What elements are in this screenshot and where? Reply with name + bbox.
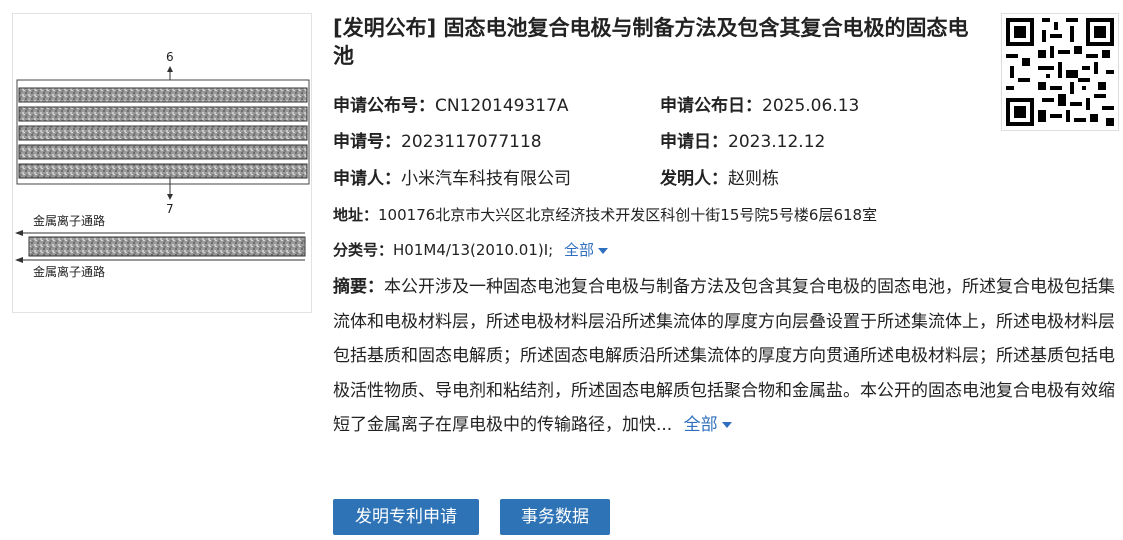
patent-figure[interactable]: 6 7 金属离子通路 金属离子通路 — [12, 13, 312, 313]
abstract-expand-label: 全部 — [683, 415, 718, 435]
address: 地址：100176北京市大兴区北京经济技术开发区科创十街15号院5号楼6层618… — [333, 204, 877, 226]
patent-title[interactable]: [发明公布] 固态电池复合电极与制备方法及包含其复合电极的固态电池 — [333, 14, 988, 70]
figure-path-label-top: 金属离子通路 — [33, 214, 106, 228]
application-date-value: 2023.12.12 — [728, 132, 826, 152]
figure-label-6: 6 — [166, 50, 174, 64]
transaction-data-button[interactable]: 事务数据 — [500, 499, 610, 535]
abstract-expand-link[interactable]: 全部 — [684, 415, 732, 435]
application-number: 申请号：2023117077118 — [333, 131, 542, 153]
classification: 分类号：H01M4/13(2010.01)I; 全部 — [333, 239, 609, 261]
address-value: 100176北京市大兴区北京经济技术开发区科创十街15号院5号楼6层618室 — [378, 206, 878, 224]
figure-path-label-bottom: 金属离子通路 — [33, 265, 106, 279]
invention-application-button[interactable]: 发明专利申请 — [333, 499, 479, 535]
inventor-value: 赵则栋 — [728, 169, 779, 189]
classification-expand-label: 全部 — [564, 241, 595, 259]
chevron-down-icon — [721, 422, 732, 428]
qr-code — [1001, 13, 1119, 131]
inventor-label: 发明人： — [660, 169, 728, 189]
classification-value: H01M4/13(2010.01)I; — [393, 241, 554, 259]
qr-code-icon — [1002, 14, 1118, 130]
publication-date-label: 申请公布日： — [660, 96, 762, 116]
publication-number-label: 申请公布号： — [333, 96, 435, 116]
classification-label: 分类号： — [333, 241, 394, 259]
abstract-label: 摘要： — [333, 277, 384, 297]
application-date: 申请日：2023.12.12 — [660, 131, 825, 153]
publication-date: 申请公布日：2025.06.13 — [660, 95, 859, 117]
chevron-down-icon — [598, 247, 609, 254]
applicant-label: 申请人： — [333, 169, 401, 189]
figure-label-7: 7 — [166, 202, 174, 216]
publication-date-value: 2025.06.13 — [762, 96, 860, 116]
publication-number: 申请公布号：CN120149317A — [333, 95, 569, 117]
publication-number-value: CN120149317A — [435, 96, 569, 116]
address-label: 地址： — [333, 206, 379, 224]
application-date-label: 申请日： — [660, 132, 728, 152]
application-number-value: 2023117077118 — [401, 132, 542, 152]
inventor: 发明人：赵则栋 — [660, 168, 779, 190]
classification-expand-link[interactable]: 全部 — [564, 241, 609, 259]
application-number-label: 申请号： — [333, 132, 401, 152]
applicant: 申请人：小米汽车科技有限公司 — [333, 168, 571, 190]
applicant-value: 小米汽车科技有限公司 — [401, 169, 571, 189]
abstract-text: 本公开涉及一种固态电池复合电极与制备方法及包含其复合电极的固态电池，所述复合电极… — [333, 277, 1115, 435]
abstract: 摘要：本公开涉及一种固态电池复合电极与制备方法及包含其复合电极的固态电池，所述复… — [333, 270, 1116, 443]
